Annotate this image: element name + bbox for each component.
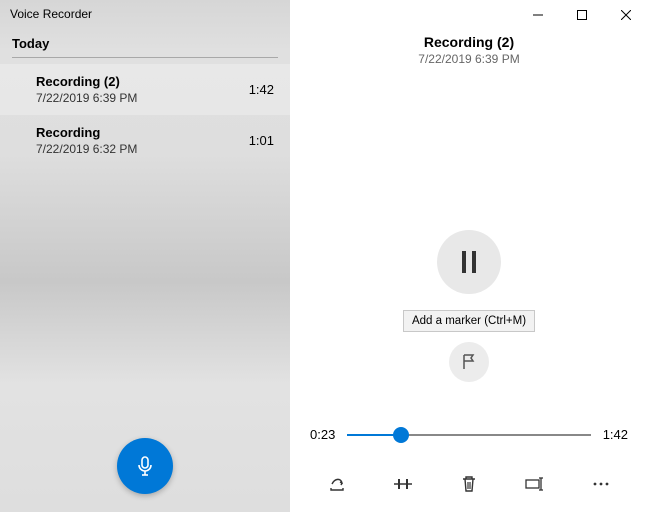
playback-subtitle: 7/22/2019 6:39 PM	[290, 52, 648, 66]
minimize-icon	[533, 10, 543, 20]
pause-icon	[458, 249, 480, 275]
playback-controls: Add a marker (Ctrl+M)	[290, 230, 648, 382]
titlebar	[290, 0, 648, 30]
record-button[interactable]	[117, 438, 173, 494]
playback-header: Recording (2) 7/22/2019 6:39 PM	[290, 34, 648, 66]
more-button[interactable]	[585, 468, 617, 500]
recording-item[interactable]: Recording 7/22/2019 6:32 PM 1:01	[0, 115, 290, 166]
rename-icon	[525, 477, 545, 491]
delete-button[interactable]	[453, 468, 485, 500]
seek-slider[interactable]	[347, 434, 590, 436]
timeline: 0:23 1:42	[290, 427, 648, 442]
tooltip: Add a marker (Ctrl+M)	[403, 310, 535, 332]
bottom-toolbar	[290, 468, 648, 500]
flag-icon	[460, 353, 478, 371]
minimize-button[interactable]	[516, 1, 560, 29]
rename-button[interactable]	[519, 468, 551, 500]
close-button[interactable]	[604, 1, 648, 29]
current-time: 0:23	[310, 427, 335, 442]
sidebar: Voice Recorder Today Recording (2) 7/22/…	[0, 0, 290, 512]
share-button[interactable]	[321, 468, 353, 500]
trim-button[interactable]	[387, 468, 419, 500]
pause-button[interactable]	[437, 230, 501, 294]
playback-title: Recording (2)	[290, 34, 648, 50]
share-icon	[328, 475, 346, 493]
seek-thumb[interactable]	[393, 427, 409, 443]
app-window: Voice Recorder Today Recording (2) 7/22/…	[0, 0, 648, 512]
main-panel: Recording (2) 7/22/2019 6:39 PM Add a ma…	[290, 0, 648, 512]
recording-duration: 1:01	[249, 133, 274, 148]
app-title: Voice Recorder	[0, 0, 290, 28]
recording-duration: 1:42	[249, 82, 274, 97]
recording-item[interactable]: Recording (2) 7/22/2019 6:39 PM 1:42	[0, 64, 290, 115]
section-header: Today	[0, 28, 290, 57]
close-icon	[621, 10, 631, 20]
maximize-button[interactable]	[560, 1, 604, 29]
recording-name: Recording (2)	[36, 74, 137, 89]
maximize-icon	[577, 10, 587, 20]
recording-date: 7/22/2019 6:39 PM	[36, 91, 137, 105]
more-icon	[592, 481, 610, 487]
recording-date: 7/22/2019 6:32 PM	[36, 142, 137, 156]
microphone-icon	[133, 454, 157, 478]
trash-icon	[461, 475, 477, 493]
trim-icon	[393, 476, 413, 492]
total-time: 1:42	[603, 427, 628, 442]
add-marker-button[interactable]	[449, 342, 489, 382]
recording-name: Recording	[36, 125, 137, 140]
